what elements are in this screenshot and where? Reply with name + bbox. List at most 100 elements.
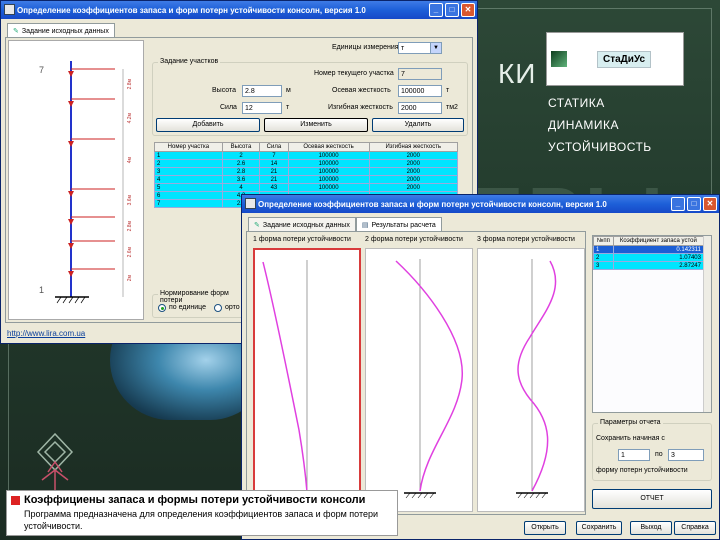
- table-cell: 100000: [287, 167, 370, 176]
- dim-label: 2.6м: [127, 247, 133, 258]
- force-unit: т: [286, 104, 290, 111]
- tab-input-data[interactable]: ✎ Задание исходных данных: [7, 23, 115, 38]
- coefficients-scrollbar[interactable]: [703, 236, 711, 412]
- pencil-icon: ✎: [13, 28, 19, 35]
- height-unit: м: [286, 87, 291, 94]
- exit-button[interactable]: Выход: [630, 521, 672, 535]
- chevron-down-icon[interactable]: ▼: [430, 43, 441, 53]
- window-title: Определение коэффициентов запаса и форм …: [258, 199, 607, 209]
- table-cell: 2: [154, 159, 223, 168]
- bg-big-word-1: КИ: [498, 58, 537, 89]
- close-button[interactable]: ✕: [703, 197, 717, 211]
- help-button[interactable]: Справка: [674, 521, 716, 535]
- buckling-mode-2-plot[interactable]: [365, 248, 473, 512]
- axial-stiffness-label: Осевая жесткость: [332, 87, 391, 94]
- results-plots-panel: 1 форма потери устойчивости 2 форма поте…: [246, 231, 586, 515]
- table-cell: 100000: [287, 183, 370, 192]
- table-cell: 4: [221, 183, 261, 192]
- menu-statics[interactable]: СТАТИКА: [548, 96, 605, 110]
- save-button[interactable]: Сохранить: [576, 521, 622, 535]
- site-link[interactable]: http://www.lira.com.ua: [7, 329, 85, 338]
- dim-label: 3.6м: [127, 195, 133, 206]
- table-cell: 2.6: [221, 159, 261, 168]
- coefficients-table[interactable]: №пп Коэффициент запаса устой 1 0.142311 2 1.…: [593, 236, 705, 270]
- table-cell: 100000: [287, 159, 370, 168]
- plot-title-1: 1 форма потери устойчивости: [253, 236, 351, 243]
- add-button[interactable]: Добавить: [156, 118, 260, 132]
- menu-dynamics[interactable]: ДИНАМИКА: [548, 118, 619, 132]
- axial-stiffness-unit: т: [446, 87, 450, 94]
- maximize-button[interactable]: □: [687, 197, 701, 211]
- norm-ortho-label: орто: [225, 304, 240, 311]
- axial-stiffness-input[interactable]: 100000: [398, 85, 442, 97]
- height-input[interactable]: 2.8: [242, 85, 282, 97]
- open-button[interactable]: Открыть: [524, 521, 566, 535]
- window-titlebar[interactable]: Определение коэффициентов запаса и форм …: [1, 1, 477, 19]
- table-cell: 2000: [368, 167, 459, 176]
- table-cell: 1: [154, 151, 223, 160]
- close-button[interactable]: ✕: [461, 3, 475, 17]
- table-row[interactable]: 2 2.6 14 100000 2000: [154, 159, 459, 168]
- beam-top-node: 7: [39, 65, 45, 75]
- beam-svg: [55, 61, 124, 304]
- tab-input-data[interactable]: ✎ Задание исходных данных: [248, 217, 356, 232]
- table-cell: 21: [259, 167, 289, 176]
- force-label: Сила: [220, 104, 237, 111]
- coefficient-row[interactable]: 1 0.142311: [593, 245, 705, 254]
- dim-label: 2.8м: [127, 79, 133, 90]
- coefficients-list[interactable]: №пп Коэффициент запаса устой 1 0.142311 2 1.…: [592, 235, 712, 413]
- window-titlebar[interactable]: Определение коэффициентов запаса и форм …: [242, 195, 719, 213]
- bending-stiffness-input[interactable]: 2000: [398, 102, 442, 114]
- buckling-mode-1-plot[interactable]: [253, 248, 361, 512]
- minimize-button[interactable]: _: [429, 3, 443, 17]
- table-cell: 2000: [368, 159, 459, 168]
- window-title: Определение коэффициентов запаса и форм …: [17, 5, 366, 15]
- norm-unit-radio[interactable]: [158, 304, 166, 312]
- forms-label: форму потерн устойчивости: [596, 467, 688, 474]
- dim-label: 4м: [127, 157, 133, 164]
- table-cell: 2000: [368, 175, 459, 184]
- table-cell: 2000: [368, 183, 459, 192]
- table-header: Осевая жесткость: [287, 142, 370, 152]
- table-cell: 100000: [287, 175, 370, 184]
- delete-button[interactable]: Удалить: [372, 118, 464, 132]
- table-cell: 3: [593, 261, 614, 270]
- table-row[interactable]: 1 2 7 100000 2000: [154, 151, 459, 160]
- coefficient-row[interactable]: 2 1.07403: [593, 253, 705, 262]
- norm-unit-label: по единице: [169, 304, 206, 311]
- table-header: Высота: [221, 142, 261, 152]
- tab-results[interactable]: ▤ Результаты расчета: [355, 217, 442, 232]
- mode-3-curve: [516, 259, 557, 499]
- plot-title-3: 3 форма потери устойчивости: [477, 236, 575, 243]
- app-icon: [245, 198, 256, 209]
- minimize-button[interactable]: _: [671, 197, 685, 211]
- force-input[interactable]: 12: [242, 102, 282, 114]
- bending-stiffness-label: Изгибная жесткость: [328, 104, 393, 111]
- units-select[interactable]: т ▼: [398, 42, 442, 54]
- save-from-label: Сохранить начиная с: [596, 435, 665, 442]
- table-header: Изгибная жесткость: [368, 142, 459, 152]
- description-banner: Коэффициены запаса и формы потери устойч…: [6, 490, 398, 536]
- table-cell: 2: [593, 253, 614, 262]
- buckling-mode-3-plot[interactable]: [477, 248, 585, 512]
- edit-button[interactable]: Изменить: [264, 118, 368, 132]
- table-row[interactable]: 5 4 43 100000 2000: [154, 183, 459, 192]
- beam-bottom-node: 1: [39, 285, 45, 295]
- report-to-input[interactable]: 3: [668, 449, 704, 461]
- coefficient-row[interactable]: 3 2.87247: [593, 261, 705, 270]
- report-from-input[interactable]: 1: [618, 449, 650, 461]
- table-cell: 3: [154, 167, 223, 176]
- current-section-field: 7: [398, 68, 442, 80]
- table-cell: 3.6: [221, 175, 261, 184]
- table-cell: 5: [154, 183, 223, 192]
- table-header: Номер участка: [154, 142, 223, 152]
- menu-stability[interactable]: УСТОЙЧИВОСТЬ: [548, 140, 652, 154]
- table-row[interactable]: 3 2.8 21 100000 2000: [154, 167, 459, 176]
- height-label: Высота: [212, 87, 237, 94]
- pencil-icon: ✎: [254, 222, 260, 229]
- norm-ortho-radio[interactable]: [214, 304, 222, 312]
- maximize-button[interactable]: □: [445, 3, 459, 17]
- table-cell: 2000: [368, 151, 459, 160]
- table-row[interactable]: 4 3.6 21 100000 2000: [154, 175, 459, 184]
- report-button[interactable]: ОТЧЕТ: [592, 489, 712, 509]
